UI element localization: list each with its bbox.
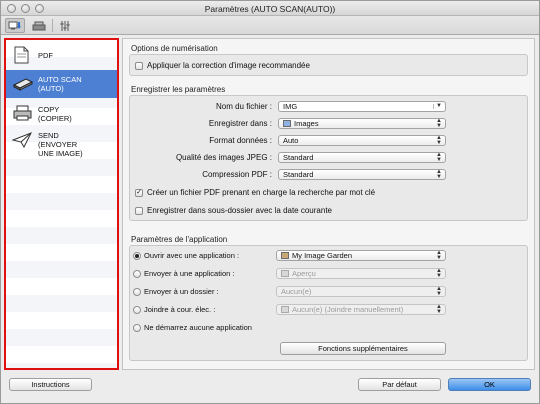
- defaults-button[interactable]: Par défaut: [358, 378, 441, 391]
- general-settings-icon: [60, 20, 70, 31]
- file-name-value: IMG: [283, 102, 298, 111]
- title-bar: Paramètres (AUTO SCAN(AUTO)): [1, 1, 539, 16]
- send-to-app-radio[interactable]: Envoyer à une application :: [133, 269, 234, 278]
- updown-arrows-icon: ▲ ▼: [436, 135, 442, 146]
- app-icon: [281, 270, 289, 277]
- searchable-pdf-label: Créer un fichier PDF prenant en charge l…: [147, 188, 376, 197]
- data-format-select[interactable]: Auto ▲ ▼: [278, 135, 446, 146]
- app-settings-title: Paramètres de l'application: [131, 235, 228, 244]
- open-with-value: My Image Garden: [292, 251, 353, 260]
- radio-dot[interactable]: [133, 251, 141, 260]
- radio-dot[interactable]: [133, 323, 141, 332]
- tab-general-settings[interactable]: [56, 18, 74, 33]
- chevron-down-icon[interactable]: ▼: [433, 103, 442, 109]
- pdf-compression-value: Standard: [283, 170, 314, 179]
- folder-icon: [283, 120, 291, 127]
- jpeg-quality-label: Qualité des images JPEG :: [175, 153, 272, 162]
- send-paper-plane-icon: [12, 132, 32, 148]
- updown-arrows-icon: ▲ ▼: [436, 250, 442, 261]
- attach-email-label: Joindre à cour. élec. :: [144, 305, 216, 314]
- attach-email-value: Aucun(e) (Joindre manuellement): [292, 305, 404, 314]
- sidebar-item-pdf[interactable]: PDF: [6, 43, 117, 67]
- apply-correction-label: Appliquer la correction d'image recomman…: [147, 61, 310, 70]
- attach-email-select[interactable]: Aucun(e) (Joindre manuellement) ▲ ▼: [276, 304, 446, 315]
- file-name-label: Nom du fichier :: [215, 102, 272, 111]
- send-to-app-value: Aperçu: [292, 269, 316, 278]
- send-to-folder-select[interactable]: Aucun(e) ▲ ▼: [276, 286, 446, 297]
- updown-arrows-icon: ▲ ▼: [436, 118, 442, 129]
- scan-options-group: Appliquer la correction d'image recomman…: [129, 54, 528, 76]
- radio-dot[interactable]: [133, 305, 141, 314]
- do-not-start-label: Ne démarrez aucune application: [144, 323, 252, 332]
- save-settings-group: Nom du fichier : IMG ▼ Enregistrer dans …: [129, 95, 528, 221]
- more-functions-button[interactable]: Fonctions supplémentaires: [280, 342, 446, 355]
- sidebar-item-label: AUTO SCAN (AUTO): [38, 75, 82, 93]
- updown-arrows-icon: ▲ ▼: [436, 304, 442, 315]
- send-to-app-select[interactable]: Aperçu ▲ ▼: [276, 268, 446, 279]
- open-with-select[interactable]: My Image Garden ▲ ▼: [276, 250, 446, 261]
- checkbox-box[interactable]: [135, 206, 143, 215]
- sidebar-item-label: SEND (ENVOYER UNE IMAGE): [38, 131, 83, 158]
- send-to-folder-radio[interactable]: Envoyer à un dossier :: [133, 287, 219, 296]
- scan-from-operation-panel-icon: [32, 21, 46, 30]
- updown-arrows-icon: ▲ ▼: [436, 152, 442, 163]
- app-icon: [281, 252, 289, 259]
- settings-window: Paramètres (AUTO SCAN(AUTO)) PDF AUTO SC…: [0, 0, 540, 404]
- pdf-document-icon: [14, 46, 29, 64]
- updown-arrows-icon: ▲ ▼: [436, 169, 442, 180]
- scan-options-title: Options de numérisation: [131, 44, 218, 53]
- jpeg-quality-value: Standard: [283, 153, 314, 162]
- sidebar-item-label: COPY (COPIER): [38, 105, 72, 123]
- save-in-label: Enregistrer dans :: [208, 119, 272, 128]
- ok-button[interactable]: OK: [448, 378, 531, 391]
- open-with-radio[interactable]: Ouvrir avec une application :: [133, 251, 239, 260]
- data-format-label: Format données :: [209, 136, 272, 145]
- tab-scan-from-operation-panel[interactable]: [29, 18, 49, 33]
- radio-dot[interactable]: [133, 269, 141, 278]
- sidebar-item-auto-scan[interactable]: AUTO SCAN (AUTO): [6, 70, 117, 98]
- do-not-start-radio[interactable]: Ne démarrez aucune application: [133, 323, 252, 332]
- pdf-compression-label: Compression PDF :: [202, 170, 272, 179]
- subfolder-date-label: Enregistrer dans sous-dossier avec la da…: [147, 206, 332, 215]
- sidebar-item-send[interactable]: SEND (ENVOYER UNE IMAGE): [6, 128, 117, 162]
- updown-arrows-icon: ▲ ▼: [436, 268, 442, 279]
- subfolder-date-checkbox[interactable]: Enregistrer dans sous-dossier avec la da…: [135, 206, 332, 215]
- updown-arrows-icon: ▲ ▼: [436, 286, 442, 297]
- sidebar-item-label: PDF: [38, 51, 53, 60]
- save-in-value: Images: [294, 119, 319, 128]
- auto-scan-icon: [12, 78, 34, 91]
- radio-dot[interactable]: [133, 287, 141, 296]
- pdf-compression-select[interactable]: Standard ▲ ▼: [278, 169, 446, 180]
- searchable-pdf-checkbox[interactable]: ✓ Créer un fichier PDF prenant en charge…: [135, 188, 375, 197]
- open-with-label: Ouvrir avec une application :: [144, 251, 240, 260]
- apply-correction-checkbox[interactable]: Appliquer la correction d'image recomman…: [135, 61, 310, 70]
- send-to-folder-label: Envoyer à un dossier :: [144, 287, 219, 296]
- attach-email-radio[interactable]: Joindre à cour. élec. :: [133, 305, 215, 314]
- app-settings-group: Ouvrir avec une application : My Image G…: [129, 245, 528, 361]
- send-to-folder-value: Aucun(e): [281, 287, 312, 296]
- scan-from-computer-icon: [8, 21, 21, 29]
- settings-panel: Options de numérisation Appliquer la cor…: [122, 38, 535, 370]
- file-name-field[interactable]: IMG ▼: [278, 101, 446, 112]
- checkbox-box[interactable]: [135, 61, 143, 70]
- send-to-app-label: Envoyer à une application :: [144, 269, 235, 278]
- data-format-value: Auto: [283, 136, 299, 145]
- tab-scan-from-computer[interactable]: [5, 18, 25, 33]
- save-in-select[interactable]: Images ▲ ▼: [278, 118, 446, 129]
- copy-printer-icon: [13, 105, 32, 121]
- window-title: Paramètres (AUTO SCAN(AUTO)): [204, 4, 336, 14]
- email-app-icon: [281, 306, 289, 313]
- sidebar-item-copy[interactable]: COPY (COPIER): [6, 100, 117, 128]
- instructions-button[interactable]: Instructions: [9, 378, 92, 391]
- jpeg-quality-select[interactable]: Standard ▲ ▼: [278, 152, 446, 163]
- toolbar: [1, 16, 539, 35]
- checkbox-box[interactable]: ✓: [135, 188, 143, 197]
- save-settings-title: Enregistrer les paramètres: [131, 85, 226, 94]
- sidebar: PDF AUTO SCAN (AUTO) COPY (COPIER) SEND …: [4, 38, 119, 370]
